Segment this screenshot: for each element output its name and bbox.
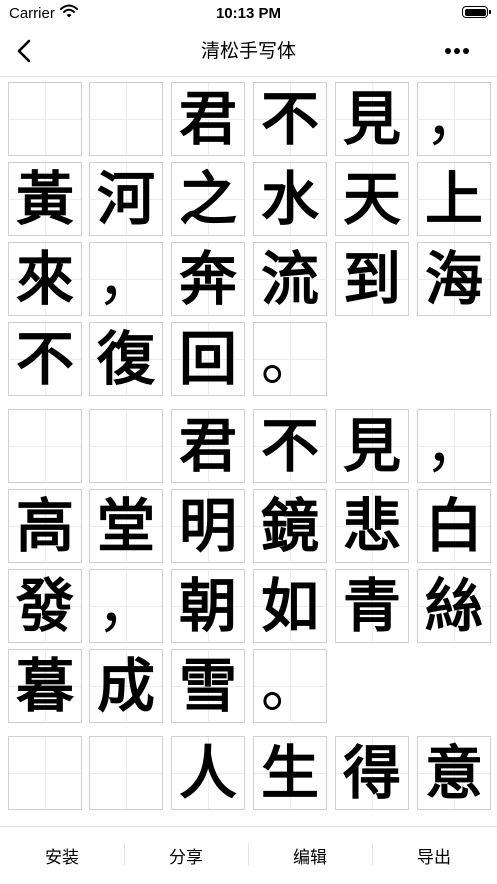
grid-row: 發，朝如青絲 bbox=[0, 564, 497, 644]
glyph-cell: 不 bbox=[8, 322, 82, 396]
stanza: 君不見，黃河之水天上來，奔流到海不復回。 bbox=[0, 77, 497, 397]
glyph-cell: 復 bbox=[89, 322, 163, 396]
back-button[interactable] bbox=[8, 34, 40, 68]
glyph-cell: 見 bbox=[335, 82, 409, 156]
empty-grid-cell bbox=[8, 409, 82, 483]
glyph-cell: 來 bbox=[8, 242, 82, 316]
glyph-cell: 白 bbox=[417, 489, 491, 563]
navigation-bar: 清松手写体 bbox=[0, 26, 497, 77]
glyph-cell: 上 bbox=[417, 162, 491, 236]
grid-row: 來，奔流到海 bbox=[0, 237, 497, 317]
clock: 10:13 PM bbox=[215, 5, 282, 22]
empty-grid-cell bbox=[89, 409, 163, 483]
grid-row: 高堂明鏡悲白 bbox=[0, 484, 497, 564]
glyph-cell: 流 bbox=[253, 242, 327, 316]
grid-row: 人生得意 bbox=[0, 731, 497, 811]
glyph-cell: 到 bbox=[335, 242, 409, 316]
glyph-cell: 發 bbox=[8, 569, 82, 643]
glyph-cell: 。 bbox=[253, 649, 327, 723]
grid-row: 君不見， bbox=[0, 77, 497, 157]
glyph-cell: 海 bbox=[417, 242, 491, 316]
bottom-toolbar: 安装 分享 编辑 导出 bbox=[0, 826, 497, 884]
grid-row: 君不見， bbox=[0, 404, 497, 484]
glyph-cell: 見 bbox=[335, 409, 409, 483]
status-bar: Carrier 10:13 PM bbox=[0, 0, 497, 26]
stanza: 人生得意 bbox=[0, 731, 497, 811]
empty-grid-cell bbox=[8, 82, 82, 156]
glyph-cell: 黃 bbox=[8, 162, 82, 236]
glyph-cell: 回 bbox=[171, 322, 245, 396]
glyph-cell: 不 bbox=[253, 82, 327, 156]
grid-row: 暮成雪。 bbox=[0, 644, 497, 724]
glyph-cell: 意 bbox=[417, 736, 491, 810]
glyph-cell: 水 bbox=[253, 162, 327, 236]
glyph-cell: 青 bbox=[335, 569, 409, 643]
glyph-cell: ， bbox=[89, 569, 163, 643]
glyph-cell: 君 bbox=[171, 82, 245, 156]
glyph-cell: ， bbox=[417, 409, 491, 483]
more-options-button[interactable] bbox=[437, 38, 477, 64]
glyph-cell: 生 bbox=[253, 736, 327, 810]
glyph-cell: 不 bbox=[253, 409, 327, 483]
glyph-cell: 明 bbox=[171, 489, 245, 563]
empty-grid-cell bbox=[89, 82, 163, 156]
glyph-cell: 之 bbox=[171, 162, 245, 236]
glyph-cell: 得 bbox=[335, 736, 409, 810]
empty-grid-cell bbox=[8, 736, 82, 810]
glyph-cell: 河 bbox=[89, 162, 163, 236]
glyph-cell: 鏡 bbox=[253, 489, 327, 563]
ellipsis-icon bbox=[445, 48, 469, 54]
page-title: 清松手写体 bbox=[200, 40, 296, 62]
edit-button[interactable]: 编辑 bbox=[248, 827, 372, 884]
glyph-cell: 成 bbox=[89, 649, 163, 723]
character-grid: 君不見，黃河之水天上來，奔流到海不復回。君不見，高堂明鏡悲白發，朝如青絲暮成雪。… bbox=[0, 77, 497, 826]
glyph-cell: 。 bbox=[253, 322, 327, 396]
glyph-cell: 如 bbox=[253, 569, 327, 643]
glyph-cell: 君 bbox=[171, 409, 245, 483]
glyph-cell: 人 bbox=[171, 736, 245, 810]
glyph-cell: 雪 bbox=[171, 649, 245, 723]
stanza: 君不見，高堂明鏡悲白發，朝如青絲暮成雪。 bbox=[0, 404, 497, 724]
glyph-cell: 天 bbox=[335, 162, 409, 236]
grid-row: 黃河之水天上 bbox=[0, 157, 497, 237]
glyph-cell: 朝 bbox=[171, 569, 245, 643]
glyph-cell: ， bbox=[89, 242, 163, 316]
empty-grid-cell bbox=[89, 736, 163, 810]
share-button[interactable]: 分享 bbox=[124, 827, 248, 884]
export-button[interactable]: 导出 bbox=[372, 827, 496, 884]
battery-icon bbox=[462, 6, 491, 18]
install-button[interactable]: 安装 bbox=[0, 827, 124, 884]
grid-row: 不復回。 bbox=[0, 317, 497, 397]
glyph-cell: 絲 bbox=[417, 569, 491, 643]
glyph-cell: 堂 bbox=[89, 489, 163, 563]
glyph-cell: 暮 bbox=[8, 649, 82, 723]
glyph-cell: 奔 bbox=[171, 242, 245, 316]
chevron-left-icon bbox=[17, 39, 31, 63]
glyph-cell: 悲 bbox=[335, 489, 409, 563]
glyph-cell: ， bbox=[417, 82, 491, 156]
glyph-cell: 高 bbox=[8, 489, 82, 563]
